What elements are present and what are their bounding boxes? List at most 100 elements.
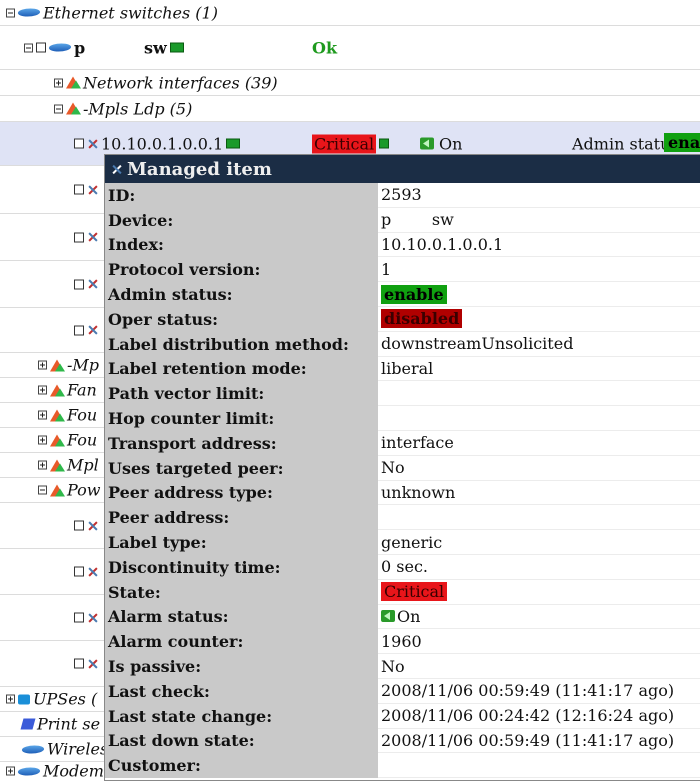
popup-title: Managed item — [127, 158, 272, 180]
item-checkbox[interactable] — [74, 658, 84, 669]
detail-row-last-state-change: Last state change: 2008/11/06 00:24:42 (1… — [105, 703, 700, 729]
detail-value: interface — [378, 430, 700, 456]
printer-icon — [20, 718, 36, 730]
detail-row-alarm-status: Alarm status: On — [105, 604, 700, 630]
detail-row-label-retention: Label retention mode: liberal — [105, 356, 700, 382]
item-checkbox[interactable] — [74, 138, 84, 149]
admin-status-badge: ena — [664, 133, 700, 152]
collapse-toggle-icon[interactable] — [38, 485, 47, 495]
wireless-icon — [20, 745, 46, 753]
item-checkbox[interactable] — [74, 566, 84, 577]
ldp-item-icon — [87, 279, 98, 290]
collapse-toggle-icon[interactable] — [6, 8, 15, 17]
alarm-status: On — [439, 134, 463, 153]
alarm-on-icon — [420, 137, 434, 150]
detail-value: liberal — [378, 356, 700, 382]
item-checkbox[interactable] — [74, 184, 84, 195]
details-table: ID: 2593 Device: p sw Index: 10.10.0.1.0.0.… — [105, 183, 700, 779]
detail-value: 2008/11/06 00:59:49 (11:41:17 ago) — [378, 728, 700, 754]
detail-label: Path vector limit: — [105, 381, 378, 407]
tree-label: Network interfaces (39) — [83, 73, 278, 92]
detail-row-admin-status: Admin status: enable — [105, 282, 700, 307]
tree-label: -Mp — [67, 355, 100, 375]
managed-item-icon — [111, 164, 122, 175]
detail-label: Label type: — [105, 530, 378, 555]
item-checkbox[interactable] — [74, 325, 84, 335]
expand-toggle-icon[interactable] — [38, 360, 47, 370]
detail-label: Is passive: — [105, 654, 378, 679]
detail-row-is-passive: Is passive: No — [105, 654, 700, 679]
detail-value: No — [378, 654, 700, 679]
group-icon — [50, 359, 65, 371]
expand-toggle-icon[interactable] — [38, 385, 47, 395]
tree-row-network-interfaces[interactable]: Network interfaces (39) — [0, 70, 700, 96]
detail-row-label-type: Label type: generic — [105, 530, 700, 555]
expand-toggle-icon[interactable] — [54, 78, 63, 87]
detail-value: generic — [378, 530, 700, 555]
admin-status-badge: enable — [381, 284, 447, 304]
tree-label: Pow — [67, 480, 101, 500]
power-item-icon — [87, 612, 98, 623]
collapse-toggle-icon[interactable] — [24, 43, 33, 52]
ups-icon — [18, 694, 30, 704]
detail-label: Last check: — [105, 678, 378, 704]
group-icon — [50, 384, 65, 396]
detail-value: 1960 — [378, 629, 700, 655]
detail-row-transport-address: Transport address: interface — [105, 430, 700, 456]
detail-label: Device: — [105, 207, 378, 233]
detail-label: Last down state: — [105, 728, 378, 754]
detail-row-peer-address: Peer address: — [105, 505, 700, 531]
item-checkbox[interactable] — [74, 612, 84, 623]
group-icon — [66, 76, 81, 89]
detail-row-last-check: Last check: 2008/11/06 00:59:49 (11:41:17… — [105, 678, 700, 704]
tree-row-mpls-ldp[interactable]: -Mpls Ldp (5) — [0, 96, 700, 122]
detail-value-cell: Critical — [378, 579, 700, 605]
detail-label: Last state change: — [105, 703, 378, 729]
group-icon — [50, 409, 65, 421]
expand-toggle-icon[interactable] — [38, 435, 47, 445]
collapse-toggle-icon[interactable] — [54, 104, 63, 113]
tree-label: Modem — [43, 761, 104, 781]
tree-row-ethernet-switches[interactable]: Ethernet switches (1) — [0, 0, 700, 26]
detail-label: Alarm counter: — [105, 629, 378, 655]
expand-toggle-icon[interactable] — [6, 694, 15, 704]
detail-row-protocol-version: Protocol version: 1 — [105, 257, 700, 283]
detail-label: Alarm status: — [105, 604, 378, 630]
expand-toggle-icon[interactable] — [38, 460, 47, 470]
detail-value: downstreamUnsolicited — [378, 331, 700, 357]
forward-icon — [169, 42, 184, 53]
tree-label: -Mpls Ldp (5) — [83, 99, 193, 118]
detail-value — [378, 406, 700, 431]
managed-item-popup: Managed item ID: 2593 Device: p sw Index: 1… — [105, 155, 700, 780]
item-checkbox[interactable] — [74, 279, 84, 289]
detail-label: Hop counter limit: — [105, 406, 378, 431]
ldp-item-icon — [87, 138, 98, 149]
switch-icon — [47, 43, 73, 52]
expand-toggle-icon[interactable] — [38, 410, 47, 420]
tree-row-device[interactable]: p sw Ok — [0, 26, 700, 70]
detail-value — [378, 753, 700, 779]
group-icon — [50, 459, 65, 471]
item-checkbox[interactable] — [74, 520, 84, 531]
tree-label: Print se — [37, 714, 101, 734]
detail-label: Admin status: — [105, 282, 378, 307]
detail-row-discontinuity: Discontinuity time: 0 sec. — [105, 554, 700, 580]
expand-toggle-icon[interactable] — [6, 766, 15, 776]
detail-value: 2008/11/06 00:24:42 (12:16:24 ago) — [378, 703, 700, 729]
detail-label: Oper status: — [105, 306, 378, 332]
detail-row-path-vector: Path vector limit: — [105, 381, 700, 407]
device-checkbox[interactable] — [36, 42, 46, 53]
detail-value: 10.10.0.1.0.0.1 — [378, 232, 700, 258]
tree-label: Fou — [67, 430, 98, 450]
detail-label: Index: — [105, 232, 378, 258]
power-item-icon — [87, 566, 98, 577]
oper-status-badge: disabled — [381, 309, 463, 329]
tree-label: Fan — [67, 380, 97, 400]
detail-label: Discontinuity time: — [105, 554, 378, 580]
detail-row-state: State: Critical — [105, 579, 700, 605]
detail-label: Peer address type: — [105, 480, 378, 506]
detail-row-id: ID: 2593 — [105, 183, 700, 208]
power-item-icon — [87, 520, 98, 531]
detail-value: 0 sec. — [378, 554, 700, 580]
item-checkbox[interactable] — [74, 232, 84, 242]
